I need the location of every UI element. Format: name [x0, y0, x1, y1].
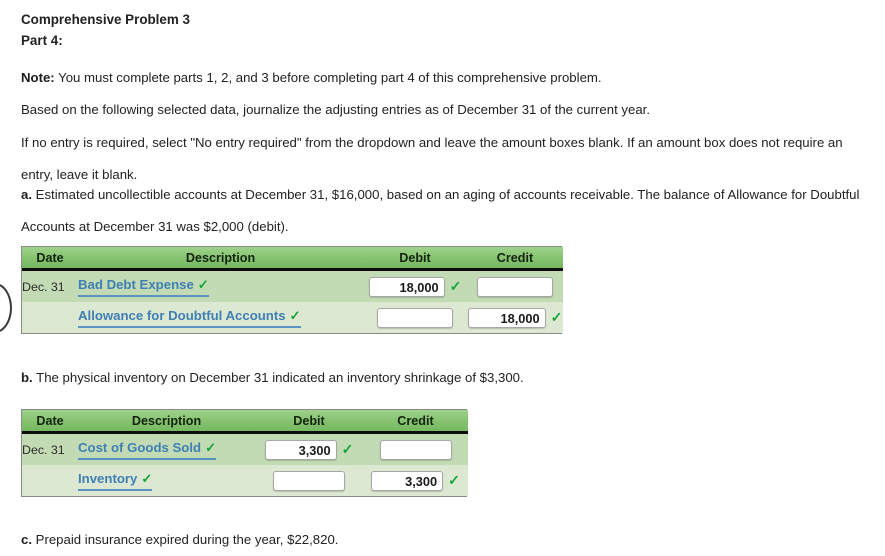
credit-amount-cell[interactable]: 3,300 ✓	[363, 465, 468, 496]
item-c-paragraph: c. Prepaid insurance expired during the …	[21, 524, 877, 556]
account-name-text: Allowance for Doubtful Accounts	[78, 307, 286, 323]
entry-date	[22, 465, 78, 496]
account-name-link[interactable]: Allowance for Doubtful Accounts ✓	[78, 308, 301, 328]
entry-date: Dec. 31	[22, 432, 78, 465]
item-c-label: c.	[21, 532, 32, 547]
account-name-text: Bad Debt Expense	[78, 276, 194, 292]
account-description-cell[interactable]: Bad Debt Expense ✓	[78, 269, 363, 302]
debit-amount-cell[interactable]: 3,300 ✓	[255, 432, 363, 465]
correct-check-icon: ✓	[341, 441, 354, 457]
correct-check-icon: ✓	[448, 472, 460, 488]
table-row: Dec. 31 Cost of Goods Sold ✓ 3,300 ✓	[22, 432, 468, 465]
account-name-link[interactable]: Cost of Goods Sold ✓	[78, 440, 216, 460]
journal-entry-table-b: Date Description Debit Credit Dec. 31 Co…	[21, 409, 468, 497]
credit-amount-input[interactable]	[477, 276, 553, 297]
column-header-debit: Debit	[255, 410, 363, 434]
debit-amount-cell[interactable]: 18,000 ✓	[363, 269, 467, 302]
account-description-cell[interactable]: Allowance for Doubtful Accounts ✓	[78, 302, 363, 333]
item-a-paragraph: a. Estimated uncollectible accounts at D…	[21, 179, 877, 243]
credit-amount-cell[interactable]	[363, 432, 468, 465]
column-header-credit: Credit	[363, 410, 468, 434]
table-row: Dec. 31 Bad Debt Expense ✓ 18,000 ✓	[22, 269, 563, 302]
correct-check-icon: ✓	[197, 276, 209, 292]
item-b-body: The physical inventory on December 31 in…	[32, 370, 524, 385]
debit-amount-input[interactable]	[377, 307, 453, 328]
correct-check-icon: ✓	[289, 307, 301, 323]
credit-amount-input[interactable]: 18,000	[467, 307, 546, 328]
debit-amount-input[interactable]	[273, 470, 345, 491]
note-paragraph: Note: You must complete parts 1, 2, and …	[21, 62, 877, 94]
page-edge-arc-artifact	[0, 283, 12, 333]
account-description-cell[interactable]: Inventory ✓	[78, 465, 255, 496]
credit-amount-input[interactable]: 3,300	[371, 470, 444, 491]
correct-check-icon: ✓	[205, 439, 216, 455]
table-header-row: Date Description Debit Credit	[22, 410, 468, 434]
instructions-paragraph: Based on the following selected data, jo…	[21, 102, 650, 117]
part-subtitle: Part 4:	[21, 33, 63, 48]
debit-amount-cell[interactable]	[363, 302, 467, 333]
account-name-text: Inventory	[78, 470, 138, 486]
item-c-body: Prepaid insurance expired during the yea…	[32, 532, 339, 547]
table-row: Allowance for Doubtful Accounts ✓ 18,000 ✓	[22, 302, 563, 333]
column-header-date: Date	[22, 410, 78, 434]
column-header-description: Description	[78, 410, 255, 434]
correct-check-icon: ✓	[449, 278, 462, 294]
column-header-date: Date	[22, 247, 78, 271]
note-label: Note:	[21, 70, 55, 85]
item-a-label: a.	[21, 187, 32, 202]
account-name-link[interactable]: Inventory ✓	[78, 470, 153, 491]
entry-date: Dec. 31	[22, 269, 78, 302]
column-header-debit: Debit	[363, 247, 467, 271]
account-name-link[interactable]: Bad Debt Expense ✓	[78, 277, 209, 297]
debit-amount-input[interactable]: 18,000	[368, 276, 445, 297]
entry-date	[22, 302, 78, 333]
item-b-paragraph: b. The physical inventory on December 31…	[21, 362, 877, 394]
worksheet-page: Comprehensive Problem 3 Part 4: Note: Yo…	[0, 0, 885, 547]
table-header-row: Date Description Debit Credit	[22, 247, 563, 271]
table-row: Inventory ✓ 3,300 ✓	[22, 465, 468, 496]
debit-amount-cell[interactable]	[255, 465, 363, 496]
account-description-cell[interactable]: Cost of Goods Sold ✓	[78, 432, 255, 465]
problem-title: Comprehensive Problem 3	[21, 12, 190, 27]
credit-amount-input[interactable]	[379, 439, 452, 460]
note-body: You must complete parts 1, 2, and 3 befo…	[54, 70, 602, 85]
item-a-body: Estimated uncollectible accounts at Dece…	[21, 187, 860, 234]
account-name-text: Cost of Goods Sold	[78, 439, 202, 455]
item-b-label: b.	[21, 370, 33, 385]
debit-amount-input[interactable]: 3,300	[264, 439, 337, 460]
column-header-credit: Credit	[467, 247, 563, 271]
journal-entry-table-a: Date Description Debit Credit Dec. 31 Ba…	[21, 246, 563, 334]
credit-amount-cell[interactable]: 18,000 ✓	[467, 302, 563, 333]
column-header-description: Description	[78, 247, 363, 271]
correct-check-icon: ✓	[550, 309, 563, 325]
credit-amount-cell[interactable]	[467, 269, 563, 302]
correct-check-icon: ✓	[141, 470, 153, 486]
